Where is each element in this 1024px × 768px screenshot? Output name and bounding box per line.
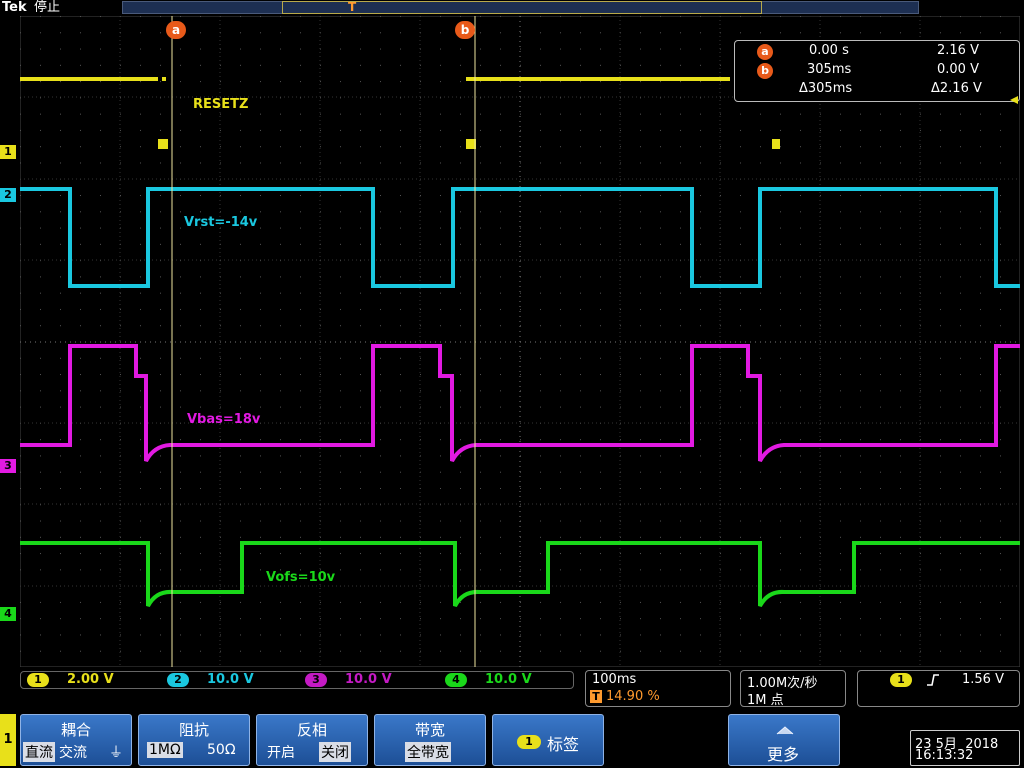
datetime-display: 23 5月 2018 16:13:32 — [910, 730, 1020, 766]
invert-off-option[interactable]: 关闭 — [319, 742, 351, 762]
bandwidth-menu-button[interactable]: 带宽 全带宽 — [374, 714, 486, 766]
impedance-1m-option[interactable]: 1MΩ — [147, 742, 183, 758]
ch3-scale: 10.0 V — [345, 672, 392, 687]
ch1-status[interactable]: 1 2.00 V — [21, 672, 161, 688]
trigger-position-icon: T — [590, 690, 602, 703]
acquisition-panel[interactable]: 1.00M次/秒 1M 点 — [740, 670, 846, 708]
trigger-panel[interactable]: 1 1.56 V — [857, 670, 1020, 707]
cursor-b-voltage: 0.00 V — [937, 62, 979, 77]
invert-title: 反相 — [296, 721, 327, 739]
cursor-b-icon: b — [757, 63, 773, 79]
ch3-status-number: 3 — [305, 673, 327, 687]
chevron-up-icon — [776, 726, 794, 735]
ch1-label: RESETZ — [193, 97, 249, 112]
rising-edge-icon — [927, 674, 939, 686]
menu-channel-indicator: 1 — [0, 714, 16, 766]
ch4-status-number: 4 — [445, 673, 467, 687]
cursor-delta-voltage: Δ2.16 V — [931, 81, 982, 96]
time-text: 16:13:32 — [915, 748, 974, 763]
cursor-readout-panel[interactable]: a 0.00 s 2.16 V b 305ms 0.00 V Δ305ms Δ2… — [734, 40, 1020, 102]
trigger-level-marker[interactable] — [1010, 96, 1018, 104]
record-length: 1M 点 — [747, 693, 784, 708]
brand-logo: Tek — [2, 0, 27, 15]
timebase-panel[interactable]: 100ms T 14.90 % — [585, 670, 731, 707]
cursor-b-tag[interactable]: b — [455, 21, 475, 39]
ch3-position-marker[interactable]: 3 — [0, 459, 16, 473]
impedance-title: 阻抗 — [178, 721, 209, 739]
ch4-status[interactable]: 4 10.0 V — [443, 672, 573, 688]
horizontal-scale: 100ms — [592, 672, 637, 687]
more-title: 更多 — [767, 745, 800, 764]
label-channel-badge: 1 — [517, 735, 541, 749]
label-menu-button[interactable]: 1 标签 — [492, 714, 604, 766]
coupling-dc-option[interactable]: 直流 — [23, 742, 55, 762]
cursor-a-tag[interactable]: a — [166, 21, 186, 39]
cursor-a-icon: a — [757, 44, 773, 60]
ch1-scale: 2.00 V — [67, 672, 114, 687]
label-title: 标签 — [547, 735, 580, 754]
bandwidth-title: 带宽 — [414, 721, 445, 739]
coupling-title: 耦合 — [60, 721, 91, 739]
ch1-position-marker[interactable]: 1 — [0, 145, 16, 159]
invert-menu-button[interactable]: 反相 开启 关闭 — [256, 714, 368, 766]
horizontal-position: 14.90 % — [606, 689, 660, 704]
impedance-menu-button[interactable]: 阻抗 1MΩ 50Ω — [138, 714, 250, 766]
ch2-status-number: 2 — [167, 673, 189, 687]
cursor-a-time: 0.00 s — [809, 43, 849, 58]
ch3-label: Vbas=18v — [187, 412, 261, 427]
acquisition-state: 停止 — [34, 0, 61, 15]
ch2-status[interactable]: 2 10.0 V — [161, 672, 301, 688]
channel-status-bar: 1 2.00 V 2 10.0 V 3 10.0 V 4 10.0 V — [20, 671, 574, 689]
ch2-scale: 10.0 V — [207, 672, 254, 687]
trigger-position-marker[interactable]: T — [348, 1, 356, 14]
coupling-menu-button[interactable]: 耦合 直流 交流 ⏚ — [20, 714, 132, 766]
bandwidth-full-option[interactable]: 全带宽 — [405, 742, 451, 762]
coupling-ac-option[interactable]: 交流 — [59, 742, 87, 762]
more-menu-button[interactable]: 更多 — [728, 714, 840, 766]
cursor-b-time: 305ms — [807, 62, 852, 77]
ch2-label: Vrst=-14v — [184, 215, 258, 230]
trigger-source: 1 — [890, 673, 912, 687]
waveform-display[interactable] — [20, 16, 1020, 667]
ch1-status-number: 1 — [27, 673, 49, 687]
ch4-label: Vofs=10v — [266, 570, 336, 585]
invert-on-option[interactable]: 开启 — [267, 742, 295, 762]
coupling-ground-icon[interactable]: ⏚ — [109, 742, 123, 762]
ch3-status[interactable]: 3 10.0 V — [303, 672, 443, 688]
trigger-level: 1.56 V — [962, 672, 1004, 687]
ch2-position-marker[interactable]: 2 — [0, 188, 16, 202]
cursor-delta-time: Δ305ms — [799, 81, 853, 96]
ch4-scale: 10.0 V — [485, 672, 532, 687]
impedance-50-option[interactable]: 50Ω — [207, 742, 236, 758]
ch4-position-marker[interactable]: 4 — [0, 607, 16, 621]
cursor-a-voltage: 2.16 V — [937, 43, 979, 58]
